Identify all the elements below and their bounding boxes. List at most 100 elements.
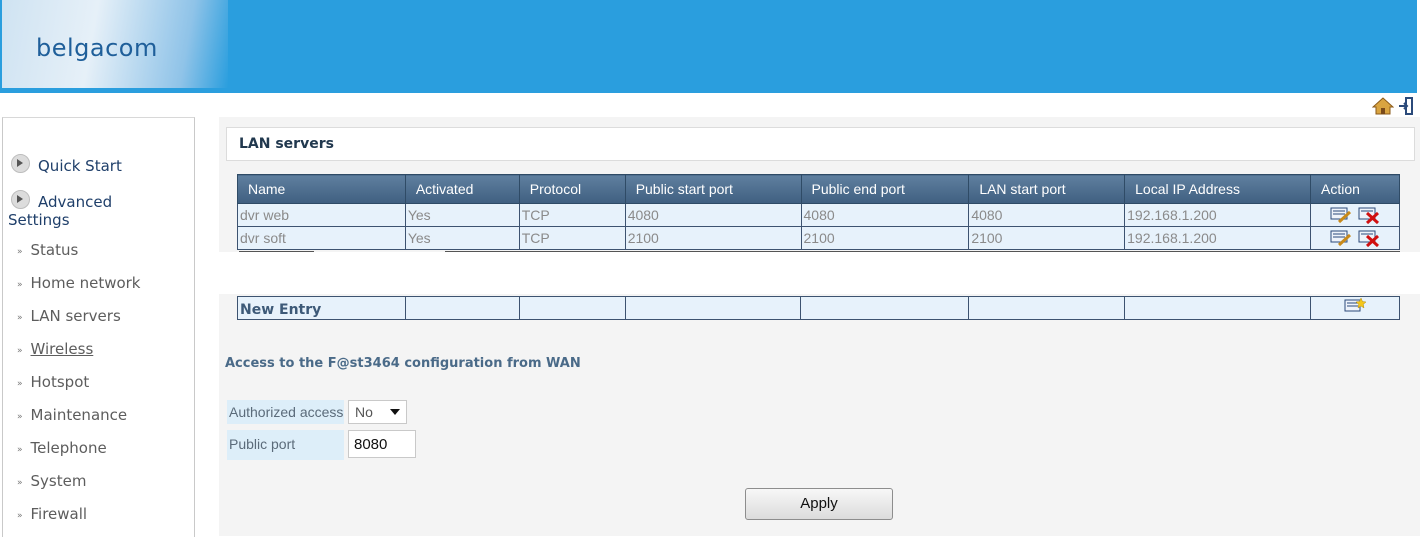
page-title: LAN servers — [239, 136, 334, 152]
header-banner: belgacom — [0, 0, 1420, 93]
sidebar-item-label: Wireless — [30, 340, 94, 358]
logout-icon[interactable] — [1398, 97, 1414, 115]
cell-activated: Yes — [404, 226, 520, 250]
cell-lan-start: 4080 — [968, 203, 1126, 227]
authorized-access-value: No — [355, 404, 373, 420]
column-header: Activated — [404, 174, 520, 204]
sidebar-item-quick-start[interactable]: Quick Start — [11, 154, 122, 175]
cell-lan-start: 2100 — [968, 226, 1126, 250]
new-entry-action-cell — [1310, 296, 1400, 320]
delete-icon[interactable] — [1358, 229, 1380, 247]
arrow-circle-icon — [11, 154, 30, 173]
belgacom-logo[interactable]: belgacom — [36, 34, 158, 62]
chevron-right-icon: » — [17, 313, 23, 323]
table-row: dvr soft Yes TCP 2100 2100 2100 192.168.… — [237, 226, 1401, 250]
column-header: LAN start port — [968, 174, 1126, 204]
new-entry-row-table: New Entry — [237, 296, 1400, 320]
column-header: Local IP Address — [1124, 174, 1311, 204]
new-entry-cell: New Entry — [237, 296, 406, 320]
sidebar-item-label: System — [30, 472, 87, 490]
new-entry-cell — [624, 296, 802, 320]
chevron-right-icon: » — [17, 478, 23, 488]
edit-icon[interactable] — [1330, 229, 1352, 247]
sidebar-item-home-network[interactable]: » Home network — [17, 274, 141, 292]
sidebar-item-status[interactable]: » Status — [17, 241, 78, 259]
arrow-circle-icon — [11, 190, 30, 209]
cell-public-end: 4080 — [800, 203, 970, 227]
sidebar-item-maintenance[interactable]: » Maintenance — [17, 406, 127, 424]
authorized-access-select[interactable]: No — [348, 400, 407, 424]
chevron-down-icon — [390, 409, 400, 415]
apply-button[interactable]: Apply — [745, 488, 893, 520]
top-icons — [1372, 97, 1414, 115]
column-header: Name — [237, 174, 406, 204]
main-content: LAN servers Name Activated Protocol Publ… — [219, 117, 1420, 536]
sidebar-item-advanced-settings[interactable]: Advanced Settings — [8, 190, 158, 229]
sidebar-item-lan-servers[interactable]: » LAN servers — [17, 307, 121, 325]
authorized-access-label-cell: Authorized access — [227, 400, 344, 424]
sidebar-item-telephone[interactable]: » Telephone — [17, 439, 107, 457]
cell-local-ip: 192.168.1.200 — [1124, 226, 1311, 250]
public-port-label: Public port — [229, 436, 296, 452]
wan-access-title: Access to the F@st3464 configuration fro… — [225, 356, 581, 371]
chevron-right-icon: » — [17, 445, 23, 455]
chevron-right-icon: » — [17, 280, 23, 290]
home-icon[interactable] — [1372, 97, 1394, 115]
cell-activated: Yes — [404, 203, 520, 227]
sidebar-item-hotspot[interactable]: » Hotspot — [17, 373, 89, 391]
column-header: Protocol — [518, 174, 626, 204]
public-port-input[interactable]: 8080 — [348, 430, 416, 458]
sidebar-item-label: Status — [30, 241, 79, 259]
page-title-bar: LAN servers — [226, 127, 1415, 161]
new-entry-label: New Entry — [240, 301, 322, 318]
chevron-right-icon: » — [17, 247, 23, 257]
public-port-value: 8080 — [354, 436, 388, 453]
sidebar: Quick Start Advanced Settings » Status » H… — [2, 117, 195, 537]
table-header-row: Name Activated Protocol Public start por… — [237, 174, 1401, 204]
cell-local-ip: 192.168.1.200 — [1124, 203, 1311, 227]
edit-icon[interactable] — [1330, 206, 1352, 224]
add-entry-icon[interactable] — [1344, 297, 1367, 315]
cell-public-start: 2100 — [624, 226, 802, 250]
new-entry-cell — [968, 296, 1126, 320]
sidebar-item-label: Quick Start — [38, 157, 122, 175]
cell-protocol: TCP — [518, 203, 626, 227]
chevron-right-icon: » — [17, 511, 23, 521]
new-entry-cell — [518, 296, 626, 320]
cell-name: dvr soft — [237, 226, 406, 250]
cell-public-end: 2100 — [800, 226, 970, 250]
sidebar-item-label: LAN servers — [30, 307, 121, 325]
sidebar-item-firewall[interactable]: » Firewall — [17, 505, 87, 523]
column-header: Public end port — [800, 174, 970, 204]
new-entry-cell — [1124, 296, 1311, 320]
table-gap — [219, 252, 1420, 294]
new-entry-cell — [404, 296, 520, 320]
chevron-right-icon: » — [17, 412, 23, 422]
sidebar-item-system[interactable]: » System — [17, 472, 86, 490]
sidebar-item-wireless[interactable]: » Wireless — [17, 340, 93, 358]
new-entry-row: New Entry — [237, 296, 1400, 320]
divider-line — [239, 251, 314, 252]
authorized-access-label: Authorized access — [229, 404, 344, 420]
chevron-right-icon: » — [17, 346, 23, 356]
logo-area: belgacom — [2, 0, 228, 88]
cell-public-start: 4080 — [624, 203, 802, 227]
divider-line — [445, 251, 1400, 252]
sidebar-item-label: Maintenance — [30, 406, 128, 424]
cell-action — [1309, 226, 1401, 250]
chevron-right-icon: » — [17, 379, 23, 389]
column-header: Public start port — [624, 174, 802, 204]
table-row: dvr web Yes TCP 4080 4080 4080 192.168.1… — [237, 203, 1401, 227]
column-header: Action — [1309, 174, 1401, 204]
cell-action — [1309, 203, 1401, 227]
public-port-label-cell: Public port — [227, 430, 344, 460]
sidebar-item-label: Telephone — [30, 439, 107, 457]
sidebar-item-label: Hotspot — [30, 373, 90, 391]
sidebar-item-label: Firewall — [30, 505, 88, 523]
cell-protocol: TCP — [518, 226, 626, 250]
cell-name: dvr web — [237, 203, 406, 227]
sidebar-item-label: Home network — [30, 274, 141, 292]
lan-servers-table: Name Activated Protocol Public start por… — [237, 174, 1401, 250]
delete-icon[interactable] — [1358, 206, 1380, 224]
new-entry-cell — [800, 296, 970, 320]
